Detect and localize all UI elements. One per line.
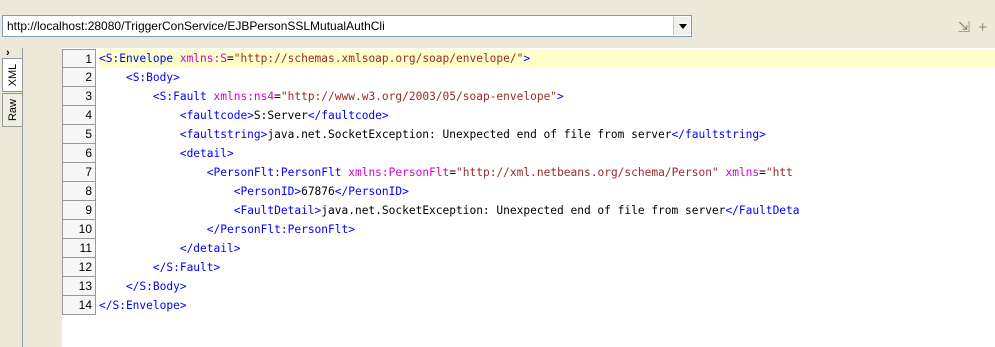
add-icon[interactable]: + xyxy=(978,19,987,36)
line-number: 2 xyxy=(62,68,96,87)
code-line[interactable]: </PersonFlt:PersonFlt> xyxy=(99,220,995,239)
code-token-tag: </S:Fault> xyxy=(152,261,221,274)
code-line[interactable]: </S:Fault> xyxy=(99,258,995,277)
code-token-tag: <PersonID> xyxy=(233,185,302,198)
code-token-txt: = xyxy=(759,166,766,179)
code-line[interactable]: <faultstring>java.net.SocketException: U… xyxy=(99,125,995,144)
code-token-tag: <faultstring> xyxy=(179,128,268,141)
code-line[interactable]: <FaultDetail>java.net.SocketException: U… xyxy=(99,201,995,220)
code-area[interactable]: <S:Envelope xmlns:S="http://schemas.xmls… xyxy=(99,48,995,347)
line-number: 14 xyxy=(62,296,96,315)
line-number: 6 xyxy=(62,144,96,163)
code-token-val: "http://www.w3.org/2003/05/soap-envelope… xyxy=(280,90,558,103)
code-token-tag: <FaultDetail> xyxy=(233,204,322,217)
line-number: 13 xyxy=(62,277,96,296)
tab-xml-label: XML xyxy=(6,63,19,87)
code-token-tag: </faultstring> xyxy=(671,128,766,141)
code-token-attr: xmlns:PersonFlt xyxy=(348,166,450,179)
chevron-down-icon[interactable] xyxy=(673,17,690,35)
line-number: 8 xyxy=(62,182,96,201)
code-token-tag: </detail> xyxy=(179,242,241,255)
url-combo-box[interactable]: http://localhost:28080/TriggerConService… xyxy=(2,15,692,37)
tab-xml[interactable]: XML xyxy=(2,58,22,92)
xml-editor[interactable]: 1 2 3 4 5 6 7 8 9 10 11 12 13 14 <S:Envelope xmlns:S=… xyxy=(22,48,995,347)
line-number: 12 xyxy=(62,258,96,277)
line-number: 10 xyxy=(62,220,96,239)
code-token-attr: xmlns xyxy=(725,166,760,179)
code-token-tag: </faultcode> xyxy=(307,109,389,122)
code-line[interactable]: <detail> xyxy=(99,144,995,163)
code-line[interactable]: <S:Fault xmlns:ns4="http://www.w3.org/20… xyxy=(99,87,995,106)
code-line[interactable]: <S:Envelope xmlns:S="http://schemas.xmls… xyxy=(99,49,995,68)
code-line[interactable]: <PersonID>67876</PersonID> xyxy=(99,182,995,201)
line-number: 5 xyxy=(62,125,96,144)
side-tab-bar: ›› XML Raw xyxy=(0,46,22,347)
code-token-tag: <PersonFlt:PersonFlt xyxy=(206,166,349,179)
code-line[interactable]: <PersonFlt:PersonFlt xmlns:PersonFlt="ht… xyxy=(99,163,995,182)
code-token-val: "http://xml.netbeans.org/schema/Person" xyxy=(456,166,719,179)
toolbar: http://localhost:28080/TriggerConService… xyxy=(0,0,995,46)
code-line[interactable]: </S:Envelope> xyxy=(99,296,995,315)
code-token-tag: <S:Envelope xyxy=(99,52,180,65)
code-token-tag: <faultcode> xyxy=(179,109,254,122)
code-token-tag: <S:Body> xyxy=(125,71,180,84)
line-number: 4 xyxy=(62,106,96,125)
code-token-tag: > xyxy=(523,52,531,65)
tab-raw[interactable]: Raw xyxy=(2,93,22,127)
tab-raw-label: Raw xyxy=(6,98,19,122)
code-token-tag: > xyxy=(557,90,564,103)
code-token-tag: </S:Body> xyxy=(125,280,187,293)
line-number: 1 xyxy=(62,49,96,68)
code-line[interactable]: <S:Body> xyxy=(99,68,995,87)
code-token-attr: xmlns:ns4 xyxy=(213,90,275,103)
code-token-val: "http://schemas.xmlsoap.org/soap/envelop… xyxy=(233,52,524,65)
code-token-txt: S:Server xyxy=(253,109,308,122)
code-token-txt: java.net.SocketException: Unexpected end… xyxy=(321,204,726,217)
code-token-val: "htt xyxy=(765,166,793,179)
code-line[interactable]: </S:Body> xyxy=(99,277,995,296)
code-line[interactable]: <faultcode>S:Server</faultcode> xyxy=(99,106,995,125)
code-token-txt: 67876 xyxy=(301,185,335,198)
code-token-tag: </PersonFlt:PersonFlt> xyxy=(206,223,355,236)
code-token-tag: </PersonID> xyxy=(334,185,409,198)
code-token-tag: <detail> xyxy=(179,147,234,160)
code-token-tag: <S:Fault xyxy=(152,90,214,103)
wrap-icon[interactable]: ⇲ xyxy=(958,19,971,36)
code-token-tag: </FaultDeta xyxy=(725,204,800,217)
line-number: 3 xyxy=(62,87,96,106)
line-number: 7 xyxy=(62,163,96,182)
code-token-txt: = xyxy=(274,90,281,103)
toolbar-icons: ⇲ + xyxy=(950,18,987,36)
url-text: http://localhost:28080/TriggerConService… xyxy=(7,19,385,33)
code-line[interactable]: </detail> xyxy=(99,239,995,258)
code-token-txt: = xyxy=(226,52,234,65)
code-token-attr: xmlns:S xyxy=(179,52,227,65)
code-token-txt: java.net.SocketException: Unexpected end… xyxy=(267,128,672,141)
code-token-tag: </S:Envelope> xyxy=(99,299,187,312)
editor-margin xyxy=(23,48,62,347)
xml-response-panel: http://localhost:28080/TriggerConService… xyxy=(0,0,995,347)
line-number: 11 xyxy=(62,239,96,258)
line-number: 9 xyxy=(62,201,96,220)
